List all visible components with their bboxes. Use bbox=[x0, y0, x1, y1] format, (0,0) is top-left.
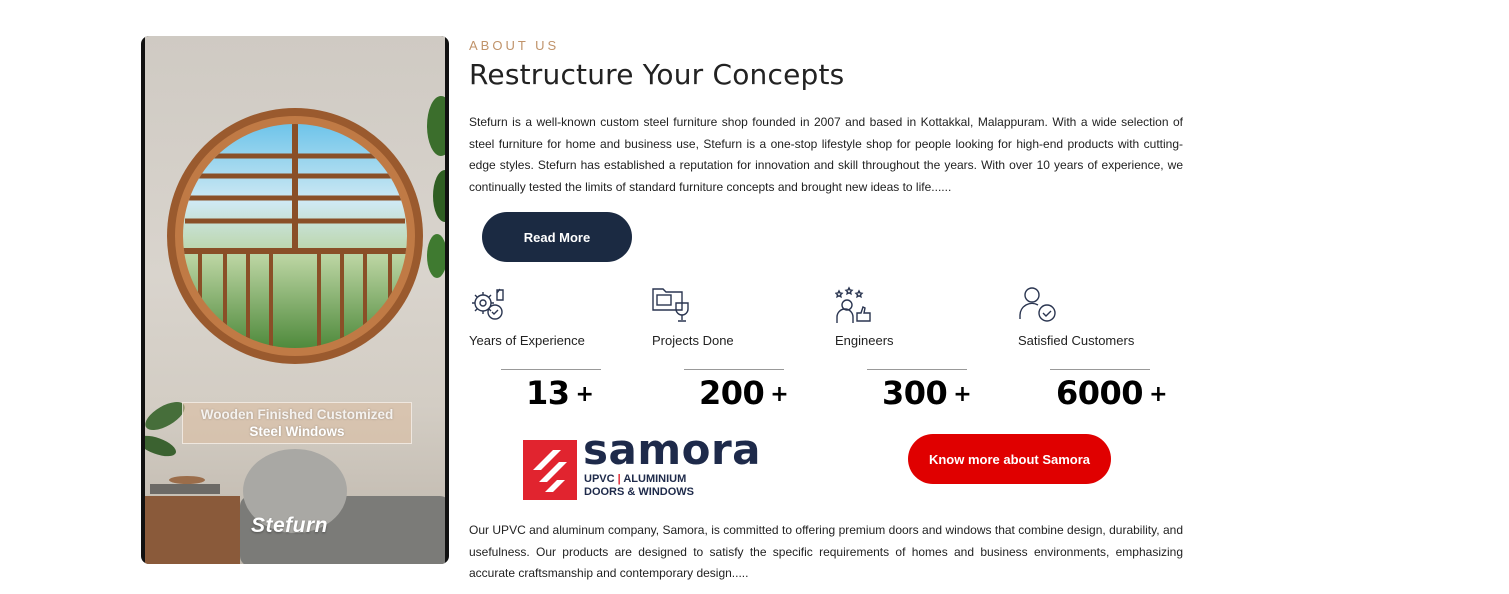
know-more-samora-button[interactable]: Know more about Samora bbox=[908, 434, 1111, 484]
stat-value: 6000 + bbox=[1056, 374, 1167, 412]
hero-caption-line2: Steel Windows bbox=[249, 424, 345, 439]
stat-value: 300 + bbox=[882, 374, 972, 412]
stat-value: 200 + bbox=[699, 374, 789, 412]
read-more-button[interactable]: Read More bbox=[482, 212, 632, 262]
user-check-badge-icon bbox=[1019, 287, 1056, 322]
hero-caption-line1: Wooden Finished Customized bbox=[200, 407, 394, 422]
stat-label: Projects Done bbox=[652, 333, 734, 348]
samora-paragraph: Our UPVC and aluminum company, Samora, i… bbox=[469, 523, 1183, 580]
stat-engineers: Engineers 300 + bbox=[835, 285, 1015, 412]
folder-trophy-icon bbox=[652, 288, 689, 322]
stat-label: Engineers bbox=[835, 333, 894, 348]
hero-image-card: Wooden Finished Customized Steel Windows… bbox=[141, 36, 449, 564]
samora-wordmark: samora bbox=[583, 425, 762, 474]
stat-label: Satisfied Customers bbox=[1018, 333, 1135, 348]
window-illustration bbox=[145, 96, 445, 564]
stat-label: Years of Experience bbox=[469, 333, 585, 348]
stat-value: 13 + bbox=[526, 374, 594, 412]
gear-thumbs-up-icon bbox=[472, 288, 504, 320]
stat-projects-done: Projects Done 200 + bbox=[652, 285, 832, 412]
stat-years-experience: Years of Experience 13 + bbox=[469, 285, 649, 412]
samora-logo: samora UPVC | ALUMINIUM DOORS & WINDOWS bbox=[523, 425, 763, 501]
samora-logo-mark-icon bbox=[523, 440, 577, 500]
person-stars-thumbs-icon bbox=[835, 286, 871, 323]
stat-divider bbox=[867, 369, 967, 370]
samora-tagline: UPVC | ALUMINIUM DOORS & WINDOWS bbox=[584, 473, 694, 498]
about-paragraph: Stefurn is a well-known custom steel fur… bbox=[469, 115, 1183, 194]
hero-image: Wooden Finished Customized Steel Windows… bbox=[145, 36, 445, 564]
section-eyebrow: ABOUT US bbox=[469, 38, 560, 53]
stat-divider bbox=[684, 369, 784, 370]
stat-satisfied-customers: Satisfied Customers 6000 + bbox=[1018, 285, 1198, 412]
hero-caption: Wooden Finished Customized Steel Windows bbox=[182, 402, 412, 444]
stat-divider bbox=[501, 369, 601, 370]
stefurn-logo: Stefurn bbox=[251, 514, 328, 537]
section-heading: Restructure Your Concepts bbox=[469, 58, 845, 91]
stat-divider bbox=[1050, 369, 1150, 370]
